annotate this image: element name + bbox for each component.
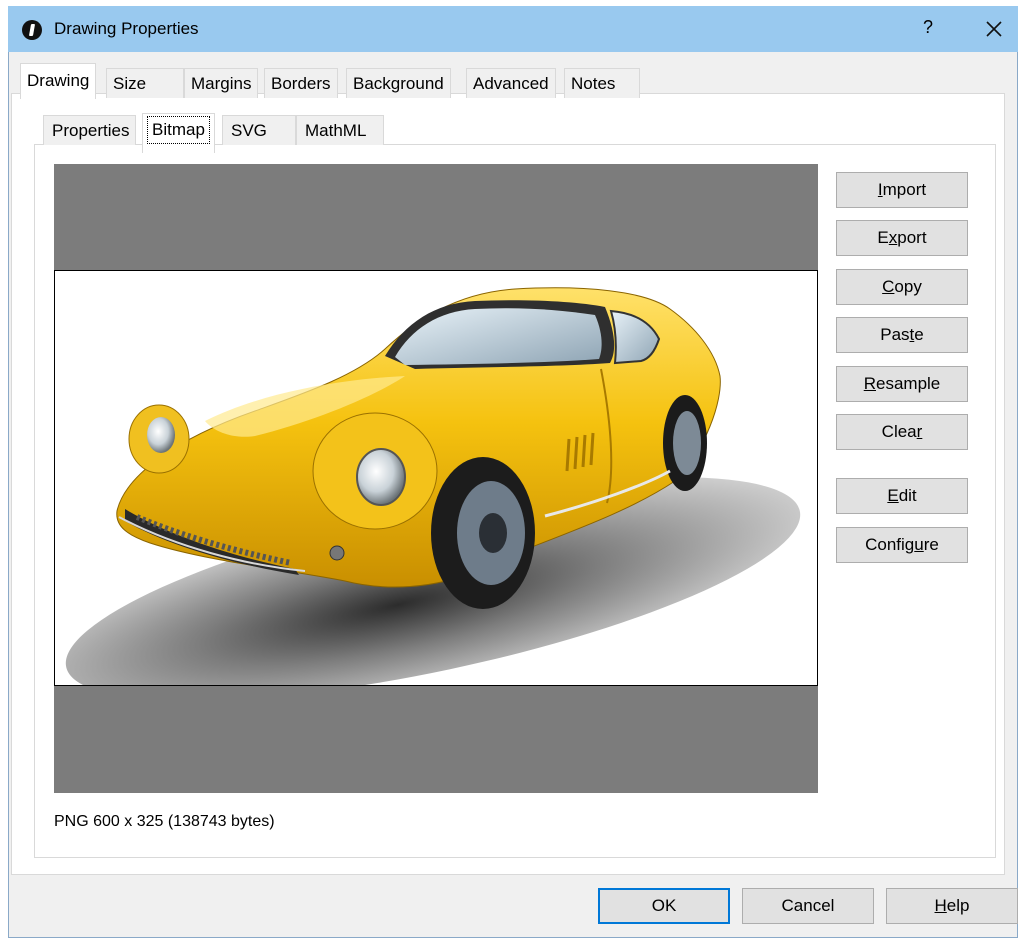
tab-margins[interactable]: Margins — [184, 68, 259, 98]
tab-label: Notes — [571, 74, 616, 93]
tab-label: Drawing — [27, 71, 90, 90]
access-key: E — [887, 486, 899, 505]
tab-size[interactable]: Size — [106, 68, 184, 98]
import-button[interactable]: Import — [836, 172, 968, 208]
tab-label: SVG — [231, 121, 267, 140]
tab-svg[interactable]: SVG — [222, 115, 296, 145]
title-bar[interactable]: Drawing Properties ? — [8, 6, 1018, 52]
button-label-part: dit — [898, 486, 917, 505]
access-key: H — [934, 896, 947, 915]
tab-drawing[interactable]: Drawing — [20, 63, 97, 99]
tab-label: Borders — [271, 74, 331, 93]
paste-button[interactable]: Paste — [836, 317, 968, 353]
button-label-part: e — [914, 325, 924, 344]
bitmap-info-text: PNG 600 x 325 (138743 bytes) — [54, 813, 275, 830]
access-key: x — [888, 228, 898, 247]
button-label-part: opy — [894, 277, 922, 296]
button-label-part: port — [897, 228, 927, 247]
copy-button[interactable]: Copy — [836, 269, 968, 305]
tab-label: Background — [353, 74, 444, 93]
tab-label: Bitmap — [147, 116, 210, 144]
tab-label: Size — [113, 74, 147, 93]
tab-label: Properties — [52, 121, 130, 140]
clear-button[interactable]: Clear — [836, 414, 968, 450]
tab-properties[interactable]: Properties — [43, 115, 137, 145]
window-title: Drawing Properties — [54, 19, 199, 38]
help-button[interactable]: Help — [886, 888, 1018, 924]
tab-bitmap[interactable]: Bitmap — [142, 113, 215, 153]
configure-button[interactable]: Configure — [836, 527, 968, 563]
button-label-part: esample — [876, 374, 941, 393]
tab-label: MathML — [305, 121, 367, 140]
access-key: C — [882, 277, 895, 296]
button-label-part: elp — [946, 896, 970, 915]
edit-button[interactable]: Edit — [836, 478, 968, 514]
tab-advanced[interactable]: Advanced — [466, 68, 556, 98]
tab-label: Advanced — [473, 74, 549, 93]
ok-button[interactable]: OK — [598, 888, 730, 924]
tab-borders[interactable]: Borders — [264, 68, 338, 98]
help-title-button[interactable]: ? — [916, 17, 940, 38]
close-icon[interactable] — [982, 14, 1006, 42]
button-label-part: mport — [882, 180, 927, 199]
access-key: u — [914, 535, 924, 554]
tab-label: Margins — [191, 74, 252, 93]
tab-background[interactable]: Background — [346, 68, 451, 98]
tab-notes[interactable]: Notes — [564, 68, 640, 98]
tab-mathml[interactable]: MathML — [296, 115, 384, 145]
export-button[interactable]: Export — [836, 220, 968, 256]
resample-button[interactable]: Resample — [836, 366, 968, 402]
app-info-icon — [22, 20, 42, 40]
button-label-part: re — [923, 535, 939, 554]
access-key: R — [863, 374, 876, 393]
access-key: r — [916, 422, 923, 441]
button-label-part: Pas — [880, 325, 910, 344]
button-label-part: E — [877, 228, 889, 247]
button-label-part: Clea — [881, 422, 917, 441]
button-label-part: Config — [865, 535, 915, 554]
cancel-button[interactable]: Cancel — [742, 888, 874, 924]
bitmap-preview-image — [54, 270, 818, 686]
